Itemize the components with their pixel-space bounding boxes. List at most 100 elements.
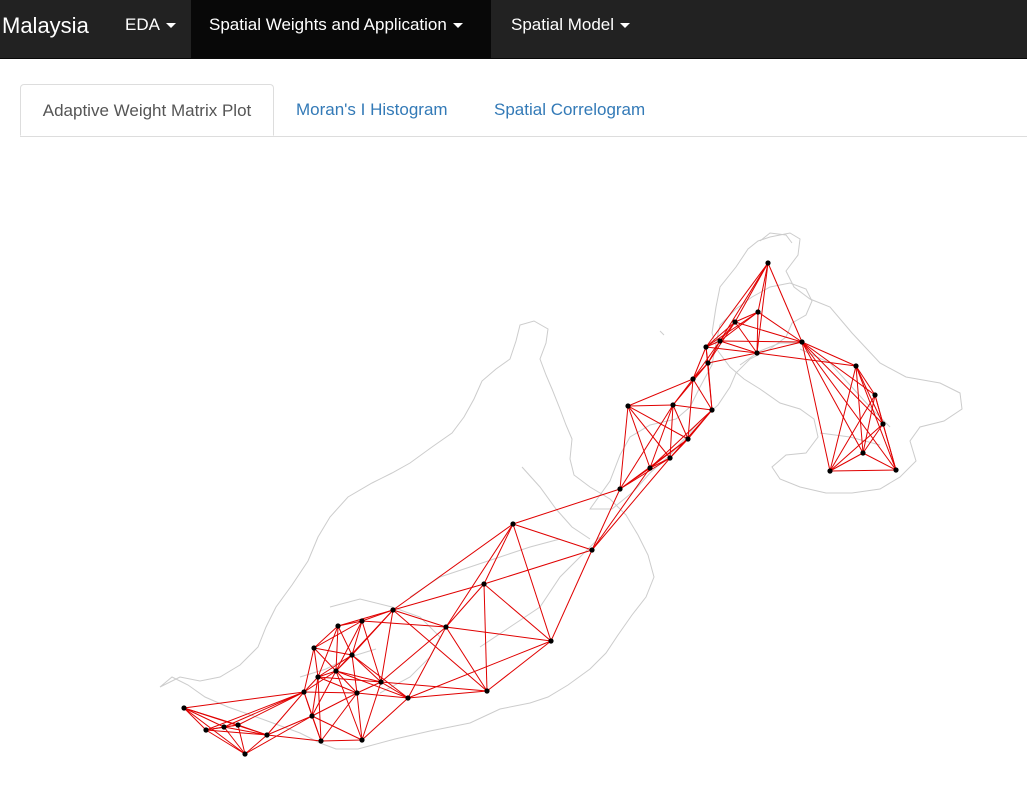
region-centroid-point xyxy=(235,722,241,728)
region-centroid-point xyxy=(484,688,490,694)
peninsula-inner-4 xyxy=(521,466,591,540)
region-centroid-point xyxy=(647,465,653,471)
region-centroid-point xyxy=(589,547,595,553)
neighbor-edge xyxy=(882,423,897,471)
neighbor-edge xyxy=(801,341,864,454)
neighbor-edge xyxy=(445,583,485,628)
region-centroid-point xyxy=(242,751,248,757)
region-centroid-point xyxy=(405,695,411,701)
neighbor-edge xyxy=(183,707,225,728)
region-centroid-point xyxy=(670,402,676,408)
neighbor-edge xyxy=(205,729,246,755)
tab-morans-i-histogram[interactable]: Moran's I Histogram xyxy=(296,84,448,136)
nav-spatial-model-label: Spatial Model xyxy=(511,15,615,34)
neighbor-edge xyxy=(734,321,803,343)
neighbor-edge xyxy=(445,523,514,628)
region-centroid-point xyxy=(264,732,270,738)
map-canvas xyxy=(159,232,963,757)
neighbor-edge xyxy=(320,692,358,742)
neighbor-edge xyxy=(627,405,671,459)
neighbor-edge xyxy=(649,409,713,469)
region-centroid-point xyxy=(354,690,360,696)
nav-spatial-weights-label: Spatial Weights and Application xyxy=(209,15,447,34)
neighbor-edge xyxy=(445,626,488,692)
neighbor-edge xyxy=(205,691,305,731)
neighbor-edge xyxy=(512,488,621,525)
sabah-inner-2 xyxy=(739,342,800,366)
region-centroid-point xyxy=(880,421,886,427)
neighbor-edge xyxy=(237,691,305,726)
neighbor-edge xyxy=(483,583,552,642)
region-centroid-point xyxy=(359,737,365,743)
neighbor-edge xyxy=(351,654,358,694)
region-centroid-point xyxy=(667,455,673,461)
neighbor-edge xyxy=(407,640,552,699)
neighbor-edge xyxy=(266,734,322,742)
neighbor-edge xyxy=(303,647,315,693)
nav-eda-label: EDA xyxy=(125,15,160,34)
neighbor-edge xyxy=(862,452,897,471)
nav-eda-dropdown[interactable]: EDA xyxy=(109,0,190,58)
neighbor-edge xyxy=(719,340,803,343)
region-centroid-point xyxy=(799,339,805,345)
region-centroid-point xyxy=(685,436,691,442)
neighbor-edge xyxy=(829,365,857,472)
neighbor-edge xyxy=(829,469,897,472)
region-centroid-point xyxy=(690,376,696,382)
region-centroid-point xyxy=(309,713,315,719)
neighbor-edge xyxy=(335,670,409,699)
neighbor-edge xyxy=(486,640,552,692)
region-centroid-point xyxy=(378,679,384,685)
neighbor-edge xyxy=(361,620,447,628)
region-centroid-point xyxy=(732,319,738,325)
navbar-brand[interactable]: Malaysia xyxy=(2,11,89,41)
region-centroid-point xyxy=(893,467,899,473)
neighbor-edge xyxy=(392,583,485,611)
neighbor-edge xyxy=(317,676,322,742)
neighbor-edge xyxy=(483,549,593,585)
neighbor-edge xyxy=(483,583,488,692)
state-boundaries xyxy=(159,232,963,750)
region-centroid-point xyxy=(717,338,723,344)
tab-adaptive-weight-matrix-plot[interactable]: Adaptive Weight Matrix Plot xyxy=(20,84,274,136)
sabah-outline xyxy=(711,232,963,494)
neighbor-edge xyxy=(266,715,313,736)
region-centroid-point xyxy=(311,645,317,651)
region-centroid-point xyxy=(709,407,715,413)
region-centroid-point xyxy=(315,674,321,680)
neighbor-edge xyxy=(512,523,593,551)
caret-down-icon xyxy=(452,23,463,29)
neighbor-edge xyxy=(591,488,621,551)
neighbor-edge xyxy=(619,457,671,490)
caret-down-icon xyxy=(165,23,176,29)
neighbor-edge xyxy=(829,423,884,472)
region-centroid-point xyxy=(221,724,227,730)
neighbor-edge xyxy=(719,311,759,342)
neighbor-edge xyxy=(672,404,713,411)
neighbor-edge xyxy=(335,670,358,694)
region-centroid-point xyxy=(755,309,761,315)
tab-spatial-correlogram[interactable]: Spatial Correlogram xyxy=(494,84,645,136)
peninsula-outline xyxy=(159,320,655,750)
region-centroid-point xyxy=(872,392,878,398)
region-centroid-point xyxy=(335,623,341,629)
region-centroid-point xyxy=(481,581,487,587)
region-centroid-point xyxy=(617,486,623,492)
region-centroid-point xyxy=(625,403,631,409)
neighbor-edge xyxy=(734,321,758,354)
region-centroid-point xyxy=(548,638,554,644)
neighbor-edge xyxy=(445,626,552,642)
neighbor-edge xyxy=(303,691,358,694)
neighbor-edge xyxy=(627,404,674,407)
region-centroid-point xyxy=(853,363,859,369)
nav-spatial-weights-dropdown[interactable]: Spatial Weights and Application xyxy=(191,0,491,58)
neighbor-edge xyxy=(266,691,305,736)
region-centroid-point xyxy=(359,618,365,624)
caret-down-icon xyxy=(620,23,631,29)
neighbor-edge xyxy=(512,523,552,642)
neighbor-edge xyxy=(627,405,689,440)
neighbor-edge xyxy=(619,405,629,490)
island-north-1 xyxy=(759,232,793,244)
nav-spatial-model-dropdown[interactable]: Spatial Model xyxy=(492,0,642,58)
adaptive-weight-matrix-plot xyxy=(0,137,1027,811)
